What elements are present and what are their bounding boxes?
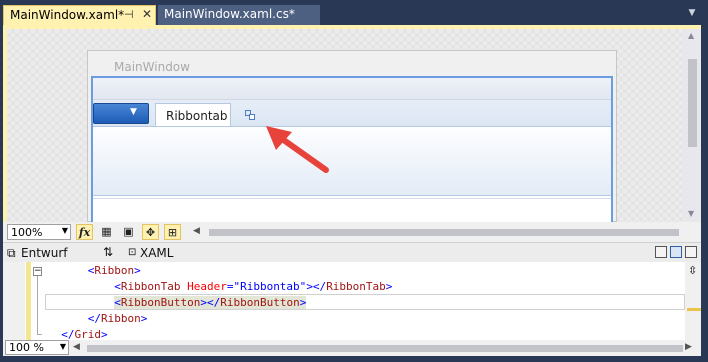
code-line: </Ribbon> <box>87 312 148 325</box>
split-view-bar: ⧉ Entwurf ⇅ ⊡ XAML <box>3 242 701 262</box>
outlining-margin: − <box>32 264 42 340</box>
split-editor-icon[interactable]: ⇳ <box>688 264 697 277</box>
tab-overflow-dropdown-icon[interactable]: ▼ <box>686 8 698 20</box>
design-window-preview[interactable]: MainWindow ▼ Ribbontab <box>87 50 617 223</box>
snap-gridlines-icon[interactable]: ▣ <box>120 224 137 240</box>
scroll-right-icon[interactable]: ▶ <box>685 342 692 352</box>
add-tab-icon[interactable] <box>245 110 255 120</box>
collapse-pane-icon[interactable] <box>685 246 697 258</box>
code-line: <Ribbon> <box>87 264 141 277</box>
editor-margin <box>3 262 25 340</box>
tab-label: MainWindow.xaml* <box>10 8 125 22</box>
scroll-thumb[interactable] <box>688 59 697 147</box>
zoom-value: 100% <box>11 226 43 239</box>
ribbon-group-area <box>93 126 611 196</box>
change-tracking-bar <box>26 262 31 340</box>
close-icon[interactable]: ✕ <box>142 7 152 21</box>
scroll-up-icon[interactable]: ▲ <box>688 31 694 40</box>
code-line: <RibbonButton></RibbonButton> <box>114 296 307 309</box>
designer-vertical-scrollbar[interactable]: ▲ ▼ <box>684 29 701 222</box>
dropdown-arrow-icon: ▼ <box>130 107 137 117</box>
window-title: MainWindow <box>114 60 190 74</box>
snap-to-lines-icon[interactable]: ✥ <box>142 224 159 240</box>
editor-bottom-bar: 100 % ▼ ◀ ▶ <box>3 340 701 356</box>
horizontal-split-icon[interactable] <box>670 246 682 258</box>
editor-horizontal-scrollbar[interactable]: ◀ ▶ <box>73 342 693 354</box>
scroll-left-icon[interactable]: ◀ <box>193 226 200 236</box>
annotation-arrow-icon <box>266 126 329 173</box>
caret-position-marker <box>687 308 701 311</box>
window-content-area <box>93 198 611 223</box>
code-line: <RibbonTab Header="Ribbontab"></RibbonTa… <box>114 280 393 293</box>
editor-zoom-select[interactable]: 100 % ▼ <box>5 340 69 355</box>
fx-effects-button[interactable]: fx <box>76 224 93 240</box>
scroll-thumb[interactable] <box>87 345 683 352</box>
collapse-icon[interactable]: − <box>33 267 42 276</box>
designer-zoom-select[interactable]: 100% ▼ <box>7 224 71 240</box>
chevron-down-icon: ▼ <box>59 342 66 351</box>
ribbon-quick-access-bar <box>93 78 611 100</box>
tab-design[interactable]: Entwurf <box>21 246 67 260</box>
ribbon-tab-row: ▼ Ribbontab <box>93 100 611 127</box>
zoom-value: 100 % <box>9 341 44 354</box>
xaml-code-editor[interactable]: − <Ribbon> <RibbonTab Header="Ribbontab"… <box>3 262 701 340</box>
tab-label: MainWindow.xaml.cs* <box>164 7 295 21</box>
document-tab-strip: MainWindow.xaml* ⊣ ✕ MainWindow.xaml.cs*… <box>0 0 708 25</box>
ribbon-tab[interactable]: Ribbontab <box>155 103 231 127</box>
scroll-thumb[interactable] <box>209 229 679 236</box>
artboard-icon[interactable]: ⊞ <box>164 224 181 240</box>
swap-panes-icon[interactable]: ⇅ <box>103 245 113 259</box>
editor-overview-margin[interactable]: ⇳ <box>685 262 701 340</box>
tab-xaml[interactable]: XAML <box>140 246 173 260</box>
code-line: </Grid> <box>61 328 108 340</box>
design-view-icon: ⧉ <box>7 246 16 260</box>
ribbon-tab-label: Ribbontab <box>166 109 228 123</box>
vertical-split-icon[interactable] <box>655 246 667 258</box>
ribbon-control[interactable]: ▼ Ribbontab <box>91 76 613 223</box>
scroll-left-icon[interactable]: ◀ <box>73 342 80 352</box>
scroll-down-icon[interactable]: ▼ <box>688 209 694 218</box>
tab-mainwindow-xaml[interactable]: MainWindow.xaml* ⊣ ✕ <box>3 5 156 25</box>
chevron-down-icon: ▼ <box>61 226 68 235</box>
ribbon-application-menu-button[interactable]: ▼ <box>93 103 149 124</box>
grid-icon[interactable]: ▦ <box>98 224 115 240</box>
xaml-view-icon: ⊡ <box>128 247 137 258</box>
pin-icon[interactable]: ⊣ <box>124 8 134 21</box>
designer-horizontal-scrollbar[interactable]: ◀ <box>193 226 693 238</box>
designer-toolbar: 100% ▼ fx ▦ ▣ ✥ ⊞ ◀ <box>3 222 701 242</box>
tab-mainwindow-xaml-cs[interactable]: MainWindow.xaml.cs* <box>158 5 320 25</box>
